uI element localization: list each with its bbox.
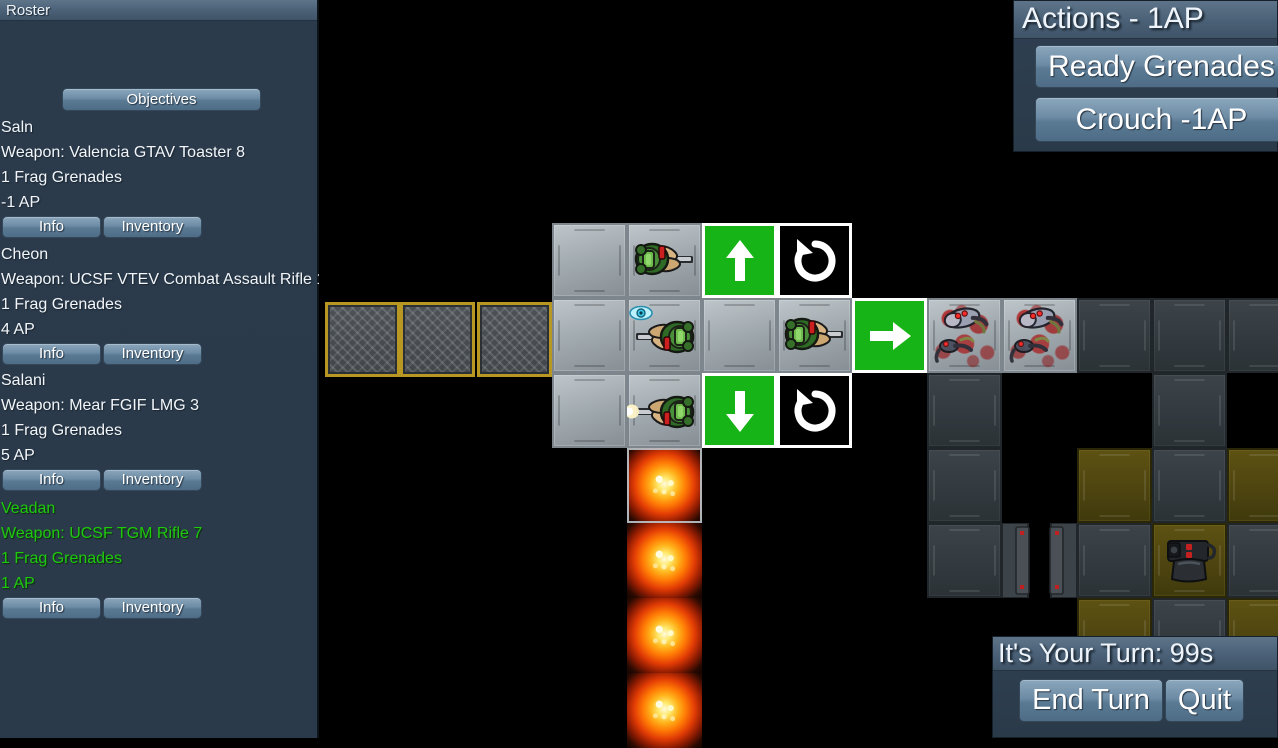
- objectives-button[interactable]: Objectives: [62, 88, 261, 111]
- unit-ap: 4 AP: [1, 321, 35, 338]
- alien-corpse-tile[interactable]: [927, 298, 1002, 373]
- rotate-ccw-tile[interactable]: [777, 223, 852, 298]
- move-up-tile[interactable]: [702, 223, 777, 298]
- turn-panel: It's Your Turn: 99s End Turn Quit: [992, 636, 1278, 738]
- grate-tile[interactable]: [400, 302, 475, 377]
- dark-floor-tile[interactable]: [927, 523, 1002, 598]
- hazard-floor-tile[interactable]: [1077, 448, 1152, 523]
- dark-floor-tile[interactable]: [1227, 298, 1278, 373]
- floor-tile[interactable]: [552, 373, 627, 448]
- unit-name: Salani: [1, 372, 46, 389]
- turn-timer-label: It's Your Turn: 99s: [993, 637, 1277, 671]
- roster-title: Roster: [0, 0, 317, 21]
- unit-weapon: Weapon: UCSF VTEV Combat Assault Rifle 1…: [1, 271, 319, 288]
- dark-floor-tile[interactable]: [927, 373, 1002, 448]
- roster-unit-veadan[interactable]: Veadan Weapon: UCSF TGM Rifle 7 1 Frag Gre…: [0, 496, 319, 619]
- move-down-tile[interactable]: [702, 373, 777, 448]
- dark-floor-tile[interactable]: [1077, 523, 1152, 598]
- floor-tile[interactable]: [627, 298, 702, 373]
- grate-tile[interactable]: [325, 302, 400, 377]
- dark-floor-tile[interactable]: [927, 448, 1002, 523]
- floor-tile[interactable]: [552, 298, 627, 373]
- alien-corpse-tile[interactable]: [1002, 298, 1077, 373]
- unit-inventory-button[interactable]: Inventory: [103, 343, 202, 365]
- unit-name: Saln: [1, 119, 34, 136]
- unit-grenades: 1 Frag Grenades: [1, 296, 122, 313]
- explosion-tile[interactable]: [627, 673, 702, 748]
- unit-inventory-button[interactable]: Inventory: [103, 469, 202, 491]
- hazard-floor-tile[interactable]: [1152, 523, 1227, 598]
- unit-info-button[interactable]: Info: [2, 343, 101, 365]
- dark-floor-tile[interactable]: [1152, 373, 1227, 448]
- unit-ap: 1 AP: [1, 575, 35, 592]
- explosion-tile[interactable]: [627, 523, 702, 598]
- floor-tile[interactable]: [702, 298, 777, 373]
- unit-name: Cheon: [1, 246, 49, 263]
- door-tile[interactable]: [1001, 522, 1078, 599]
- floor-tile[interactable]: [552, 223, 627, 298]
- quit-button[interactable]: Quit: [1165, 679, 1244, 722]
- floor-tile[interactable]: [627, 223, 702, 298]
- move-right-tile[interactable]: [852, 298, 927, 373]
- unit-weapon: Weapon: Valencia GTAV Toaster 8: [1, 144, 245, 161]
- roster-unit-saln[interactable]: Saln Weapon: Valencia GTAV Toaster 8 1 Fra…: [0, 115, 319, 238]
- dark-floor-tile[interactable]: [1077, 298, 1152, 373]
- unit-grenades: 1 Frag Grenades: [1, 550, 122, 567]
- actions-panel: Actions - 1AP Ready Grenades Crouch -1AP: [1013, 0, 1278, 152]
- unit-grenades: 1 Frag Grenades: [1, 422, 122, 439]
- floor-tile[interactable]: [777, 298, 852, 373]
- end-turn-button[interactable]: End Turn: [1019, 679, 1163, 722]
- unit-inventory-button[interactable]: Inventory: [103, 216, 202, 238]
- hazard-floor-tile[interactable]: [1227, 448, 1278, 523]
- roster-panel: Roster Objectives Saln Weapon: Valencia G…: [0, 0, 319, 738]
- unit-info-button[interactable]: Info: [2, 469, 101, 491]
- explosion-tile[interactable]: [627, 448, 702, 523]
- explosion-tile[interactable]: [627, 598, 702, 673]
- unit-info-button[interactable]: Info: [2, 216, 101, 238]
- roster-unit-cheon[interactable]: Cheon Weapon: UCSF VTEV Combat Assault Ri…: [0, 242, 319, 365]
- unit-ap: 5 AP: [1, 447, 35, 464]
- dark-floor-tile[interactable]: [1227, 523, 1278, 598]
- roster-unit-salani[interactable]: Salani Weapon: Mear FGIF LMG 3 1 Frag Gren…: [0, 368, 319, 491]
- actions-panel-title: Actions - 1AP: [1014, 1, 1277, 39]
- floor-tile[interactable]: [627, 373, 702, 448]
- rotate-ccw-tile[interactable]: [777, 373, 852, 448]
- unit-weapon: Weapon: Mear FGIF LMG 3: [1, 397, 199, 414]
- unit-inventory-button[interactable]: Inventory: [103, 597, 202, 619]
- unit-info-button[interactable]: Info: [2, 597, 101, 619]
- crouch-button[interactable]: Crouch -1AP: [1035, 97, 1278, 142]
- dark-floor-tile[interactable]: [1152, 298, 1227, 373]
- ready-grenades-button[interactable]: Ready Grenades: [1035, 45, 1278, 88]
- dark-floor-tile[interactable]: [1152, 448, 1227, 523]
- unit-grenades: 1 Frag Grenades: [1, 169, 122, 186]
- unit-weapon: Weapon: UCSF TGM Rifle 7: [1, 525, 203, 542]
- unit-name: Veadan: [1, 500, 56, 517]
- unit-ap: -1 AP: [1, 194, 41, 211]
- grate-tile[interactable]: [477, 302, 552, 377]
